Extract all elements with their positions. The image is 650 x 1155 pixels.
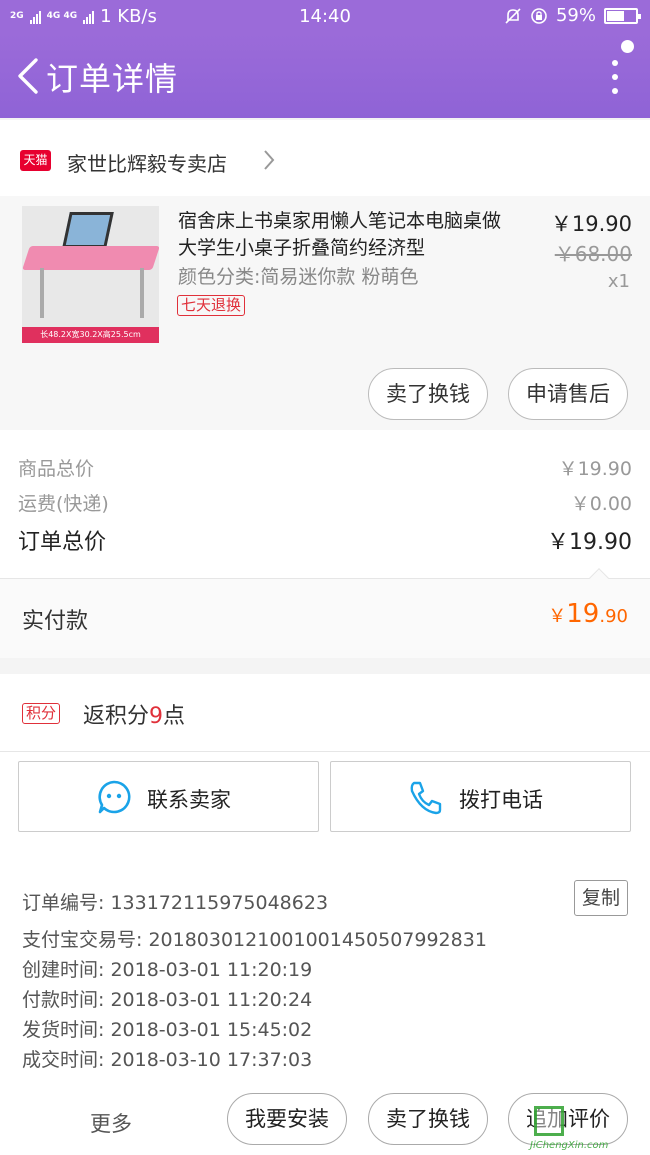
- order-total-label: 订单总价: [18, 530, 107, 555]
- created-time: 创建时间: 2018-03-01 11:20:19: [22, 959, 313, 981]
- shipping-value: ￥0.00: [570, 493, 632, 515]
- points-count: 9: [149, 704, 164, 729]
- chat-bubble-icon: [98, 780, 131, 814]
- shop-header[interactable]: 天猫 家世比辉毅专卖店: [0, 120, 650, 196]
- product-spec: 颜色分类:简易迷你款 粉萌色: [178, 266, 419, 288]
- points-badge: 积分: [22, 703, 61, 724]
- thumbnail-caption: 长48.2X宽30.2X高25.5cm: [22, 327, 159, 343]
- status-right: 59%: [504, 5, 641, 26]
- notification-dot: [621, 40, 634, 53]
- order-number: 订单编号: 1331721159750486​23: [22, 892, 329, 914]
- order-total-value: ￥19.90: [547, 530, 632, 555]
- nav-bar: 订单详情: [0, 34, 650, 118]
- contact-bar: 联系卖家 拨打电话: [0, 752, 650, 856]
- shipping-row: 运费(快递) ￥0.00: [18, 489, 632, 516]
- contact-seller-label: 联系卖家: [147, 788, 231, 812]
- more-menu-icon[interactable]: [610, 60, 620, 94]
- shipped-time: 发货时间: 2018-03-01 15:45:02: [22, 1019, 313, 1041]
- chevron-right-icon: [264, 150, 275, 170]
- copy-button[interactable]: 复制: [574, 880, 628, 916]
- page-title: 订单详情: [46, 60, 179, 98]
- paid-time: 付款时间: 2018-03-01 11:20:24: [22, 989, 313, 1011]
- order-item[interactable]: 长48.2X宽30.2X高25.5cm 宿舍床上书桌家用懒人笔记本电脑桌做大学生…: [0, 196, 650, 430]
- points-text: 返积分9点: [83, 704, 186, 729]
- goods-total-label: 商品总价: [18, 458, 95, 480]
- sell-for-cash-button-bottom[interactable]: 卖了换钱: [368, 1093, 488, 1145]
- back-arrow-icon[interactable]: [14, 56, 42, 96]
- shop-name[interactable]: 家世比辉毅专卖店: [67, 148, 227, 177]
- price-summary: 商品总价 ￥19.90 运费(快递) ￥0.00 订单总价 ￥19.90: [0, 430, 650, 578]
- product-title[interactable]: 宿舍床上书桌家用懒人笔记本电脑桌做大学生小桌子折叠简约经济型: [178, 208, 518, 262]
- site-watermark: JiChengXin.com: [528, 1100, 650, 1155]
- original-price: ￥68.00: [554, 242, 632, 266]
- product-thumbnail[interactable]: 长48.2X宽30.2X高25.5cm: [22, 206, 159, 343]
- paid-amount-row: 实付款 ￥19.90: [0, 568, 650, 658]
- order-info: 订单编号: 1331721159750486​23 复制 支付宝交易号: 201…: [0, 856, 650, 1082]
- product-price: ￥19.90: [550, 212, 632, 236]
- goods-total-value: ￥19.90: [558, 458, 632, 480]
- contact-seller-button[interactable]: 联系卖家: [18, 761, 319, 832]
- sell-for-cash-button[interactable]: 卖了换钱: [368, 368, 488, 420]
- battery-percent: 59%: [555, 5, 596, 26]
- product-quantity: x1: [607, 271, 630, 292]
- rotation-lock-icon: [531, 7, 547, 24]
- status-bar: 2G 4G 4G 1 KB/s 14:40 59%: [0, 0, 650, 34]
- tmall-icon: 天猫: [20, 150, 51, 171]
- phone-icon: [410, 781, 442, 815]
- return-policy-badge: 七天退换: [177, 295, 246, 316]
- battery-fill: [607, 10, 624, 21]
- call-phone-label: 拨打电话: [459, 788, 543, 812]
- order-total-row: 订单总价 ￥19.90: [18, 524, 632, 556]
- paid-label: 实付款: [22, 609, 89, 634]
- battery-icon: [604, 7, 641, 24]
- alipay-number: 支付宝交易号: 2018030121001001450507992831: [22, 929, 487, 951]
- completed-time: 成交时间: 2018-03-10 17:37:03: [22, 1049, 313, 1071]
- call-phone-button[interactable]: 拨打电话: [330, 761, 631, 832]
- watermark-logo: [534, 1106, 564, 1136]
- watermark-text: JiChengXin.com: [530, 1140, 609, 1151]
- points-row: 积分 返积分9点: [0, 674, 650, 752]
- install-button[interactable]: 我要安装: [227, 1093, 347, 1145]
- mute-bell-icon: [505, 7, 521, 24]
- more-link[interactable]: 更多: [90, 1108, 132, 1138]
- goods-total-row: 商品总价 ￥19.90: [18, 454, 632, 481]
- paid-value: ￥19.90: [548, 599, 628, 629]
- after-sale-button[interactable]: 申请售后: [508, 368, 628, 420]
- shipping-label: 运费(快递): [18, 493, 109, 515]
